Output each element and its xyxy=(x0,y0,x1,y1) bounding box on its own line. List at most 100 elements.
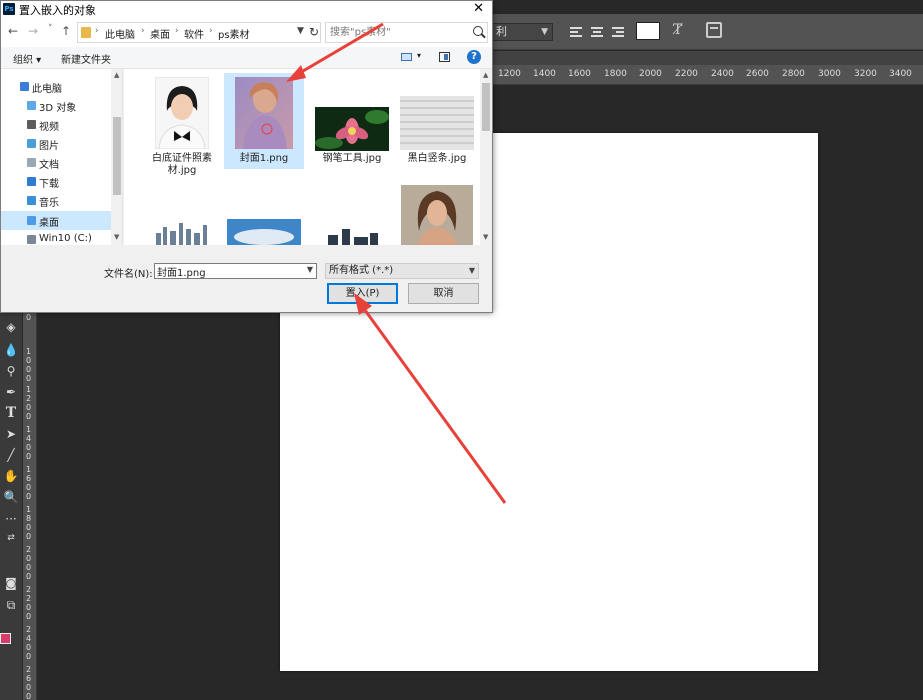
chevron-down-icon[interactable]: ▾ xyxy=(417,51,421,60)
ruler-label: 1600 xyxy=(568,69,591,79)
organize-button[interactable]: 组织 ▾ xyxy=(13,51,41,66)
search-box[interactable] xyxy=(325,22,488,43)
sidebar-scrollbar[interactable]: ▲ ▼ xyxy=(111,69,122,245)
ruler-label: 1400 xyxy=(26,425,32,461)
3d-objects-icon xyxy=(27,101,36,110)
search-input[interactable] xyxy=(330,24,460,41)
sidebar-item-this-pc[interactable]: 此电脑 xyxy=(1,77,111,96)
breadcrumb-this-pc[interactable]: 此电脑 xyxy=(105,26,135,41)
zoom-tool-icon[interactable]: 🔍 xyxy=(1,487,21,507)
scrollbar-thumb[interactable] xyxy=(482,83,490,131)
close-button[interactable]: ✕ xyxy=(473,1,484,16)
align-right-button[interactable] xyxy=(609,23,627,41)
font-style-dropdown[interactable]: 利 ▼ xyxy=(487,23,553,41)
hand-tool-icon[interactable]: ✋ xyxy=(1,466,21,486)
quick-mask-icon[interactable]: ◙ xyxy=(1,573,21,593)
cover-thumbnail xyxy=(235,77,293,149)
cancel-button[interactable]: 取消 xyxy=(408,283,479,304)
sidebar-item-label: 此电脑 xyxy=(32,84,62,95)
chevron-right-icon: › xyxy=(95,26,99,36)
sidebar-item-pictures[interactable]: 图片 xyxy=(1,134,111,153)
scrollbar-thumb[interactable] xyxy=(113,117,121,195)
drive-icon xyxy=(27,235,36,244)
line-tool-icon[interactable]: ╱ xyxy=(1,445,21,465)
warp-text-icon[interactable]: Ⱦ xyxy=(673,22,682,38)
scroll-down-icon[interactable]: ▼ xyxy=(114,233,119,241)
stripes-thumbnail xyxy=(400,96,474,150)
file-list-scrollbar[interactable]: ▲ ▼ xyxy=(480,69,492,245)
file-item-bw-stripes[interactable]: 黑白竖条.jpg xyxy=(397,69,477,175)
new-folder-button[interactable]: 新建文件夹 xyxy=(61,51,111,66)
refresh-icon[interactable]: ↻ xyxy=(309,25,319,39)
dodge-tool-icon[interactable]: ⚲ xyxy=(1,361,21,381)
sidebar-item-music[interactable]: 音乐 xyxy=(1,191,111,210)
file-type-value: 所有格式 (*.*) xyxy=(329,265,394,276)
type-tool-icon[interactable]: T xyxy=(1,403,21,423)
forward-arrow-icon[interactable]: → xyxy=(28,24,38,38)
up-arrow-icon[interactable]: ↑ xyxy=(61,24,71,38)
file-item-buildings[interactable] xyxy=(312,175,392,245)
chevron-right-icon: › xyxy=(209,26,213,36)
file-name-field[interactable]: ▼ xyxy=(154,263,317,279)
character-panel-icon[interactable] xyxy=(706,22,722,38)
desktop-folder-icon xyxy=(27,216,36,225)
foreground-color-swatch[interactable] xyxy=(0,633,11,644)
ruler-label: 2400 xyxy=(26,625,32,661)
align-center-icon xyxy=(591,27,603,37)
recent-locations-icon[interactable]: ˅ xyxy=(48,24,53,34)
file-item-pen-tool[interactable]: 钢笔工具.jpg xyxy=(312,69,392,175)
back-arrow-icon[interactable]: ← xyxy=(8,24,18,38)
help-icon[interactable]: ? xyxy=(467,50,481,64)
scroll-down-icon[interactable]: ▼ xyxy=(483,233,488,241)
ruler-label: 3400 xyxy=(889,69,912,79)
swap-colors-icon[interactable]: ⇄ xyxy=(1,528,21,548)
navigation-row: ← → ˅ ↑ › 此电脑 › 桌面 › 软件 › ps素材 ▼ ↻ xyxy=(1,18,492,47)
music-folder-icon xyxy=(27,196,36,205)
text-color-swatch[interactable] xyxy=(636,22,660,40)
more-tools-icon[interactable]: ··· xyxy=(1,509,21,529)
sidebar-item-videos[interactable]: 视频 xyxy=(1,115,111,134)
file-name: 白底证件照素材.jpg xyxy=(152,153,212,176)
pen-tool-icon[interactable]: ✒ xyxy=(1,382,21,402)
preview-pane-icon[interactable] xyxy=(439,52,450,62)
file-item-portrait[interactable] xyxy=(397,175,477,245)
sidebar-item-3d-objects[interactable]: 3D 对象 xyxy=(1,96,111,115)
computer-icon xyxy=(20,82,29,91)
breadcrumb-software[interactable]: 软件 xyxy=(184,26,204,41)
scroll-up-icon[interactable]: ▲ xyxy=(114,71,119,79)
pictures-folder-icon xyxy=(27,139,36,148)
file-item-id-photo[interactable]: 白底证件照素材.jpg xyxy=(142,69,222,176)
file-name: 钢笔工具.jpg xyxy=(322,153,382,164)
path-selection-icon[interactable]: ➤ xyxy=(1,424,21,444)
breadcrumb-ps-material[interactable]: ps素材 xyxy=(218,26,250,41)
sidebar-item-documents[interactable]: 文档 xyxy=(1,153,111,172)
file-item-cover[interactable]: 封面1.png xyxy=(224,73,304,169)
align-center-button[interactable] xyxy=(588,23,606,41)
ruler-label: 2800 xyxy=(782,69,805,79)
command-bar: 组织 ▾ 新建文件夹 ▾ ? xyxy=(1,47,492,69)
ruler-label: 2200 xyxy=(675,69,698,79)
place-button[interactable]: 置入(P) xyxy=(327,283,398,304)
city-thumbnail xyxy=(150,219,214,245)
sidebar-item-drive-c[interactable]: Win10 (C:) xyxy=(1,230,111,245)
address-bar[interactable]: › 此电脑 › 桌面 › 软件 › ps素材 ▼ ↻ xyxy=(77,22,321,43)
ruler-label: 1800 xyxy=(604,69,627,79)
file-type-select[interactable]: 所有格式 (*.*) ▼ xyxy=(325,263,479,279)
file-item-city[interactable] xyxy=(142,175,222,245)
scroll-up-icon[interactable]: ▲ xyxy=(483,71,488,79)
chevron-down-icon[interactable]: ▼ xyxy=(297,26,304,36)
sidebar-item-desktop[interactable]: 桌面 xyxy=(1,211,111,230)
blur-tool-icon[interactable]: 💧 xyxy=(1,340,21,360)
dialog-titlebar: Ps 置入嵌入的对象 ✕ xyxy=(1,1,492,18)
sidebar-item-downloads[interactable]: 下载 xyxy=(1,172,111,191)
file-name-input[interactable] xyxy=(155,264,300,278)
lotus-thumbnail xyxy=(315,107,389,151)
change-view-icon[interactable] xyxy=(401,53,412,61)
file-item-sky[interactable] xyxy=(224,175,304,245)
paint-bucket-icon[interactable]: ◈ xyxy=(1,317,21,337)
breadcrumb-desktop[interactable]: 桌面 xyxy=(150,26,170,41)
chevron-down-icon[interactable]: ▼ xyxy=(307,265,313,274)
align-left-button[interactable] xyxy=(567,23,585,41)
file-name: 黑白竖条.jpg xyxy=(407,153,467,164)
screen-mode-icon[interactable]: ⧉ xyxy=(1,595,21,615)
